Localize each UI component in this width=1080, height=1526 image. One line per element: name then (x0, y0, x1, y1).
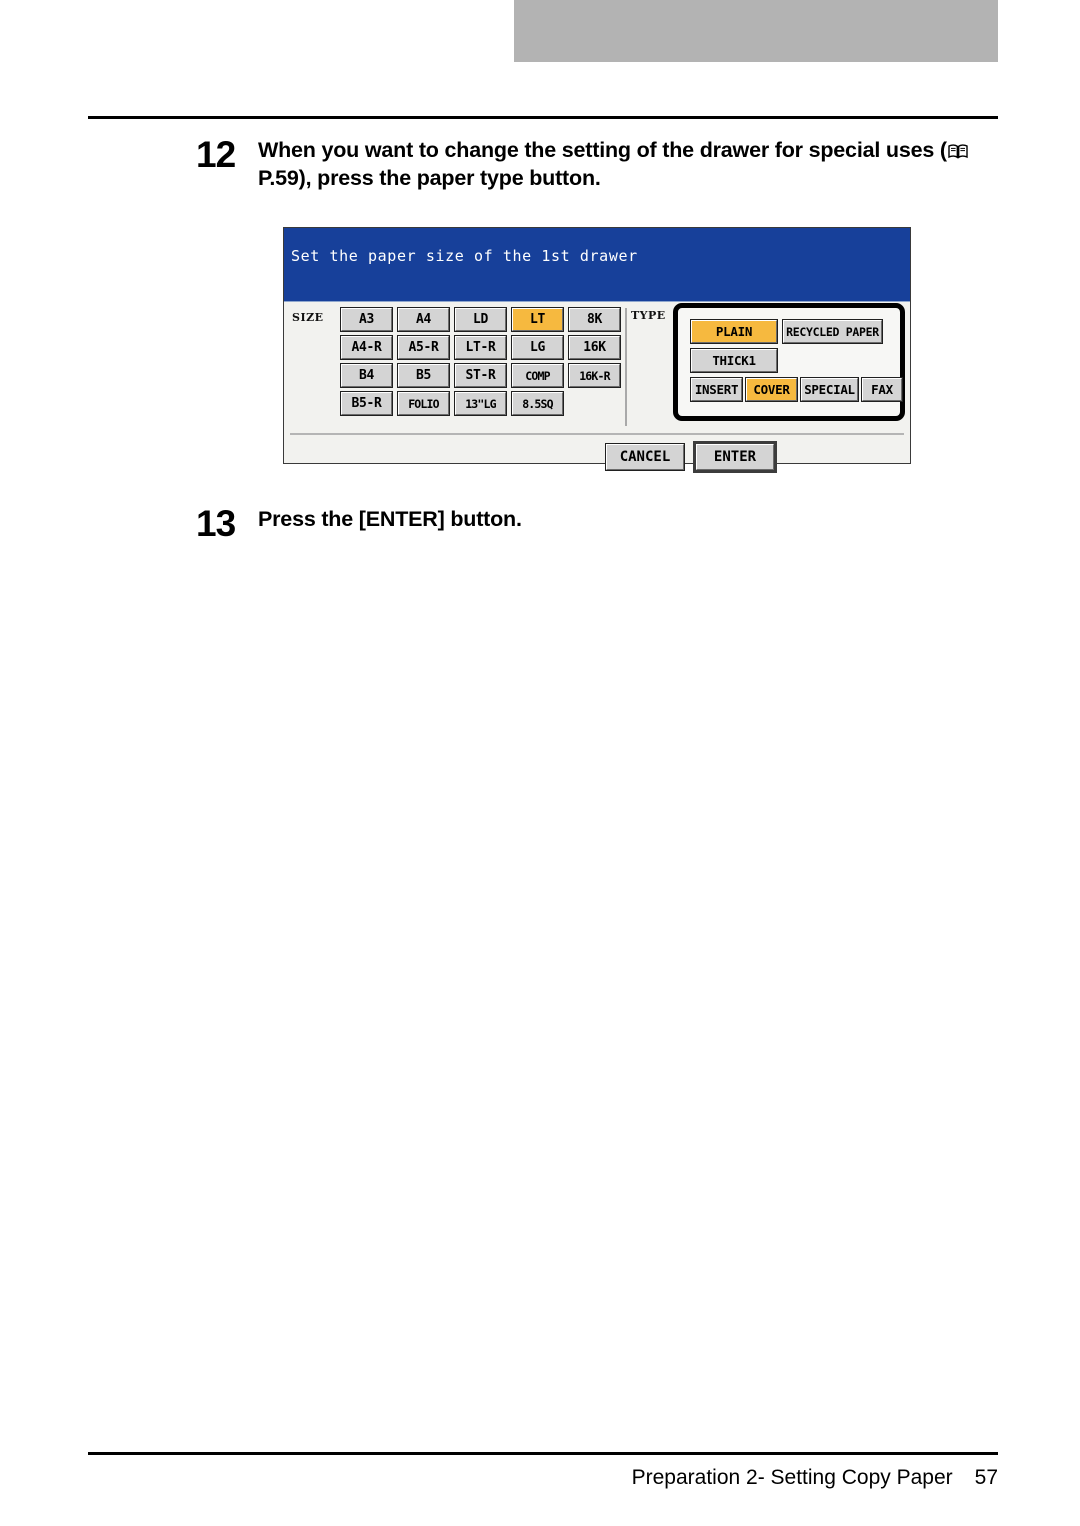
size-button-16kr[interactable]: 16K-R (568, 363, 621, 388)
size-button-a4[interactable]: A4 (397, 307, 450, 332)
footer-rule (88, 1452, 998, 1455)
step-13: 13 Press the [ENTER] button. (196, 505, 796, 543)
section-divider-vertical (625, 308, 627, 426)
type-button-thick1[interactable]: THICK1 (690, 348, 778, 373)
size-button-a5r[interactable]: A5-R (397, 335, 450, 360)
size-section-label: SIZE (292, 311, 324, 324)
step-12: 12 When you want to change the setting o… (196, 136, 1006, 192)
header-rule (88, 116, 998, 119)
step-13-text: Press the [ENTER] button. (258, 507, 522, 531)
size-button-85sq[interactable]: 8.5SQ (511, 391, 564, 416)
size-button-ld[interactable]: LD (454, 307, 507, 332)
size-button-13lg[interactable]: 13"LG (454, 391, 507, 416)
lcd-title-text: Set the paper size of the 1st drawer (291, 247, 638, 265)
size-button-b4[interactable]: B4 (340, 363, 393, 388)
size-button-comp[interactable]: COMP (511, 363, 564, 388)
size-button-a3[interactable]: A3 (340, 307, 393, 332)
step-13-number: 13 (196, 503, 236, 544)
type-button-fax[interactable]: FAX (861, 377, 903, 402)
type-section-label: TYPE (631, 309, 666, 322)
type-button-insert[interactable]: INSERT (690, 377, 743, 402)
enter-button[interactable]: ENTER (693, 441, 777, 473)
footer: Preparation 2- Setting Copy Paper 57 (88, 1466, 998, 1490)
section-divider-horizontal (290, 433, 904, 435)
header-gray-band (514, 0, 998, 62)
type-button-special[interactable]: SPECIAL (800, 377, 859, 402)
type-button-cover[interactable]: COVER (745, 377, 798, 402)
size-button-a4r[interactable]: A4-R (340, 335, 393, 360)
step-12-number: 12 (196, 134, 236, 175)
book-icon (948, 144, 968, 159)
type-button-plain[interactable]: PLAIN (690, 319, 778, 344)
paper-type-callout: PLAIN RECYCLED PAPER THICK1 INSERT COVER… (673, 303, 905, 421)
lcd-title-bar: Set the paper size of the 1st drawer (284, 228, 910, 302)
cancel-button[interactable]: CANCEL (605, 443, 685, 471)
size-button-lg[interactable]: LG (511, 335, 564, 360)
lcd-body: SIZE TYPE A3 A4 LD LT 8K A4-R A5-R LT-R … (284, 302, 910, 473)
size-button-b5[interactable]: B5 (397, 363, 450, 388)
size-button-ltr[interactable]: LT-R (454, 335, 507, 360)
step-12-text-after: P.59), press the paper type button. (258, 166, 601, 190)
size-button-8k[interactable]: 8K (568, 307, 621, 332)
step-12-text: When you want to change the setting of t… (258, 136, 1006, 192)
size-button-folio[interactable]: FOLIO (397, 391, 450, 416)
size-button-b5r[interactable]: B5-R (340, 391, 393, 416)
page-number: 57 (974, 1466, 998, 1489)
size-button-16k[interactable]: 16K (568, 335, 621, 360)
step-12-text-before: When you want to change the setting of t… (258, 138, 947, 162)
type-button-recycled-paper[interactable]: RECYCLED PAPER (782, 319, 883, 344)
footer-title: Preparation 2- Setting Copy Paper (631, 1466, 953, 1489)
lcd-panel-figure: Set the paper size of the 1st drawer SIZ… (283, 227, 911, 473)
size-button-lt[interactable]: LT (511, 307, 564, 332)
size-button-str[interactable]: ST-R (454, 363, 507, 388)
